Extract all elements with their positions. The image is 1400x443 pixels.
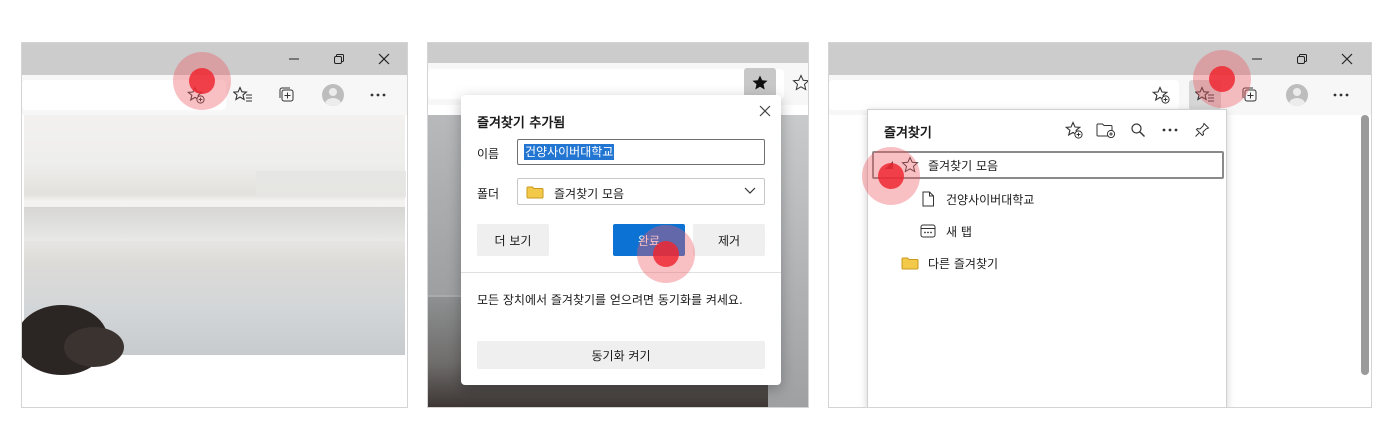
click-indicator [637, 225, 695, 283]
close-button[interactable] [374, 49, 394, 69]
favorites-button[interactable] [790, 68, 808, 98]
favorites-title: 즐겨찾기 [884, 126, 932, 141]
page-background-photo [22, 115, 406, 375]
more-icon [1162, 128, 1178, 132]
new-tab-icon [918, 221, 938, 241]
more-menu-button[interactable] [362, 80, 394, 110]
favorite-star-button[interactable] [744, 68, 776, 98]
tree-item-label: 건양사이버대학교 [946, 192, 1035, 207]
dialog-close-button[interactable] [757, 103, 773, 119]
avatar [322, 84, 344, 106]
name-field-value: 건양사이버대학교 [524, 144, 615, 160]
folder-label: 폴더 [477, 187, 500, 201]
restore-button[interactable] [1292, 49, 1312, 69]
close-icon [378, 53, 390, 65]
click-indicator [173, 52, 231, 110]
star-filled-icon [752, 75, 768, 90]
favorites-button[interactable] [227, 80, 259, 110]
chevron-down-icon [744, 187, 756, 194]
panel-favorites-hub: 즐겨찾기 즐겨찾기 모음 건양사이버대학교 새 탭 다른 즐겨찾기 [828, 42, 1372, 408]
folder-select[interactable]: 즐겨찾기 모음 [517, 178, 765, 205]
pin-icon [1195, 122, 1210, 137]
avatar [1286, 84, 1308, 106]
tree-item-favorites-bar[interactable]: 즐겨찾기 모음 [872, 151, 1224, 179]
favorites-list-icon [233, 86, 252, 102]
add-favorite-button[interactable] [1062, 119, 1086, 141]
tree-item-other-favorites[interactable]: 다른 즐겨찾기 [900, 249, 998, 277]
more-icon [370, 93, 386, 97]
restore-icon [1297, 54, 1307, 64]
page-icon [918, 189, 938, 209]
favorite-added-dialog: 즐겨찾기 추가됨 이름 건양사이버대학교 폴더 즐겨찾기 모음 더 보기 완료 … [461, 95, 781, 385]
dialog-title: 즐겨찾기 추가됨 [477, 116, 566, 131]
restore-button[interactable] [329, 49, 349, 69]
click-indicator [862, 147, 920, 205]
pin-button[interactable] [1190, 119, 1214, 141]
folder-add-icon [1096, 123, 1116, 138]
search-icon [1131, 123, 1145, 137]
star-add-icon [1065, 121, 1083, 139]
profile-button[interactable] [1281, 80, 1313, 110]
folder-icon [900, 253, 920, 273]
sync-on-button[interactable]: 동기화 켜기 [477, 341, 765, 369]
add-folder-button[interactable] [1094, 119, 1118, 141]
panel-favorite-added-dialog: 즐겨찾기 추가됨 이름 건양사이버대학교 폴더 즐겨찾기 모음 더 보기 완료 … [427, 42, 809, 408]
name-label: 이름 [477, 147, 500, 161]
more-options-button[interactable] [1158, 119, 1182, 141]
restore-icon [334, 54, 344, 64]
profile-button[interactable] [317, 80, 349, 110]
star-add-icon [1152, 86, 1170, 104]
tree-item-label: 새 탭 [946, 224, 972, 239]
minimize-icon [1252, 58, 1262, 60]
star-outline-icon [792, 74, 808, 91]
tree-item-new-tab[interactable]: 새 탭 [918, 217, 972, 245]
sync-message: 모든 장치에서 즐겨찾기를 얻으려면 동기화를 켜세요. [477, 293, 743, 307]
more-button[interactable]: 더 보기 [477, 224, 549, 256]
close-icon [759, 105, 771, 117]
panel-add-favorite-step [21, 42, 408, 408]
collections-icon [279, 87, 294, 102]
title-bar [829, 43, 1371, 75]
tree-item-label: 즐겨찾기 모음 [928, 158, 999, 173]
minimize-button[interactable] [284, 49, 304, 69]
folder-select-value: 즐겨찾기 모음 [554, 187, 625, 201]
search-favorites-button[interactable] [1126, 119, 1150, 141]
tree-item-site[interactable]: 건양사이버대학교 [918, 185, 1034, 213]
folder-icon [526, 186, 544, 199]
close-button[interactable] [1337, 49, 1357, 69]
more-icon [1333, 93, 1349, 97]
collections-button[interactable] [271, 80, 303, 110]
minimize-icon [289, 58, 299, 60]
add-favorite-button[interactable] [1145, 80, 1177, 110]
click-indicator [1193, 50, 1251, 108]
name-field[interactable]: 건양사이버대학교 [517, 139, 765, 165]
remove-button[interactable]: 제거 [693, 224, 765, 256]
close-icon [1341, 53, 1353, 65]
tree-item-label: 다른 즐겨찾기 [928, 256, 999, 271]
divider [461, 272, 781, 273]
title-bar [428, 43, 808, 63]
address-bar[interactable] [829, 80, 1179, 110]
favorites-panel: 즐겨찾기 즐겨찾기 모음 건양사이버대학교 새 탭 다른 즐겨찾기 [867, 109, 1227, 407]
minimize-button[interactable] [1247, 49, 1267, 69]
scrollbar[interactable] [1361, 115, 1369, 375]
more-menu-button[interactable] [1325, 80, 1357, 110]
